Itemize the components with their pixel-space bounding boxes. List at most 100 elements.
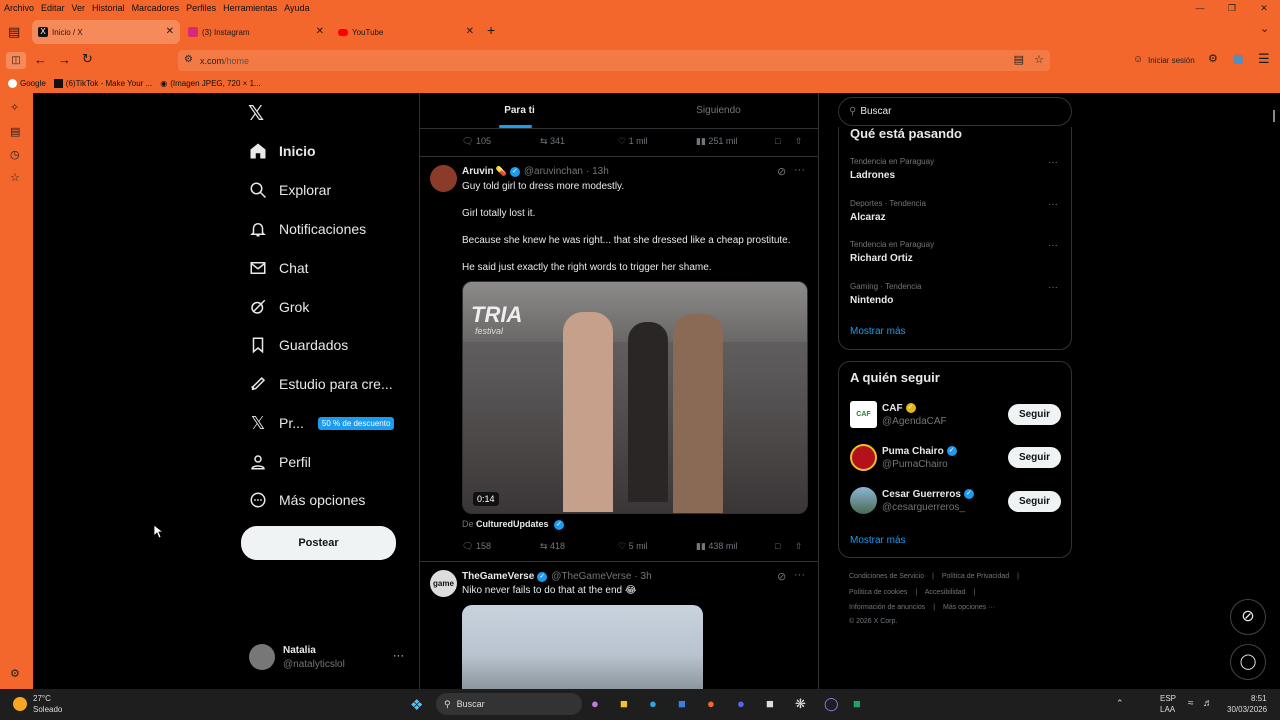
reading-list-icon[interactable]: ▤ bbox=[10, 125, 20, 138]
ai-icon[interactable]: ✧ bbox=[10, 101, 19, 114]
discord-icon[interactable]: ● bbox=[737, 696, 745, 711]
footer-link[interactable]: Accesibilidad bbox=[925, 589, 966, 596]
volume-icon[interactable]: ♬ bbox=[1203, 698, 1213, 709]
like-button[interactable]: ♡ 1 mil bbox=[618, 136, 648, 147]
nav-item-inicio[interactable]: Inicio bbox=[248, 138, 316, 164]
more-icon[interactable]: ··· bbox=[1048, 240, 1058, 251]
nav-item-estudio[interactable]: Estudio para cre... bbox=[248, 371, 393, 397]
excel-icon[interactable]: ■ bbox=[853, 696, 861, 711]
bookmarks-icon[interactable]: ☆ bbox=[10, 171, 20, 184]
mail-app-icon[interactable]: ■ bbox=[678, 696, 686, 711]
clock-date[interactable]: 30/03/2026 bbox=[1227, 705, 1267, 714]
reply-button[interactable]: 🗨 105 bbox=[462, 136, 491, 147]
trend-item[interactable]: Tendencia en Paraguay Ladrones bbox=[850, 157, 934, 181]
author-handle[interactable]: @aruvinchan bbox=[524, 166, 583, 177]
avatar[interactable] bbox=[430, 165, 457, 192]
close-tab-icon[interactable]: ✕ bbox=[316, 26, 324, 37]
close-tab-icon[interactable]: ✕ bbox=[466, 26, 474, 37]
settings-icon[interactable]: ⚙ bbox=[10, 667, 20, 680]
reply-button[interactable]: 🗨 158 bbox=[462, 541, 491, 552]
url-bar[interactable]: ⚙ x.com/home ▤ ☆ bbox=[178, 50, 1050, 71]
weather-temp[interactable]: 27°C bbox=[33, 694, 51, 703]
lang-label[interactable]: ESP bbox=[1160, 694, 1176, 703]
source-account[interactable]: CulturedUpdates bbox=[476, 519, 549, 529]
nav-item-premium[interactable]: 𝕏 Pr... 50 % de descuento bbox=[248, 410, 395, 436]
bookmark-star-icon[interactable]: ☆ bbox=[1034, 53, 1044, 66]
menu-herramientas[interactable]: Herramientas bbox=[223, 3, 277, 13]
tab-x[interactable]: X Inicio / X ✕ bbox=[32, 20, 180, 44]
bookmark-tiktok[interactable]: (6)TikTok - Make Your ... bbox=[53, 79, 152, 88]
bookmark-icon[interactable]: □ bbox=[775, 541, 780, 551]
menu-historial[interactable]: Historial bbox=[92, 3, 125, 13]
nav-item-notificaciones[interactable]: Notificaciones bbox=[248, 216, 366, 242]
close-tab-icon[interactable]: ✕ bbox=[166, 26, 174, 37]
forward-icon[interactable]: → bbox=[58, 52, 71, 67]
follow-button[interactable]: Seguir bbox=[1008, 404, 1061, 425]
share-icon[interactable]: ⇧ bbox=[795, 541, 803, 552]
repost-button[interactable]: ⇆ 418 bbox=[540, 541, 565, 552]
tab-instagram[interactable]: (3) Instagram ✕ bbox=[182, 20, 330, 44]
video-player[interactable]: TRIA festival 0:14 bbox=[462, 281, 808, 514]
account-switcher[interactable]: Natalia @natalyticslol bbox=[249, 644, 345, 670]
avatar[interactable]: game bbox=[430, 570, 457, 597]
more-icon[interactable]: ··· bbox=[1048, 157, 1058, 168]
messages-float-button[interactable]: ◯ bbox=[1230, 644, 1266, 680]
more-icon[interactable]: ··· bbox=[794, 164, 805, 176]
follow-button[interactable]: Seguir bbox=[1008, 447, 1061, 468]
history-icon[interactable]: ◷ bbox=[10, 148, 20, 161]
tab-list-icon[interactable]: ⌄ bbox=[1260, 22, 1269, 35]
nav-item-guardados[interactable]: Guardados bbox=[248, 332, 348, 358]
menu-marcadores[interactable]: Marcadores bbox=[132, 3, 180, 13]
bookmark-icon[interactable]: □ bbox=[775, 136, 780, 146]
follow-item[interactable]: Puma Chairo ✓ @PumaChairo bbox=[850, 444, 957, 471]
lang-sublabel[interactable]: LAA bbox=[1160, 705, 1175, 714]
follow-item[interactable]: CAF CAF ✓ @AgendaCAF bbox=[850, 401, 947, 428]
taskbar-search[interactable]: ⚲ Buscar bbox=[436, 693, 582, 715]
author-name[interactable]: TheGameVerse bbox=[462, 571, 534, 582]
browser-app-icon[interactable]: ● bbox=[707, 696, 715, 711]
more-icon[interactable]: ··· bbox=[794, 569, 805, 581]
menu-ver[interactable]: Ver bbox=[72, 3, 86, 13]
more-icon[interactable]: ··· bbox=[1048, 282, 1058, 293]
nav-item-explorar[interactable]: Explorar bbox=[248, 177, 331, 203]
new-tab-button[interactable]: + bbox=[487, 22, 495, 38]
menu-ayuda[interactable]: Ayuda bbox=[284, 3, 309, 13]
more-icon[interactable]: ··· bbox=[1048, 199, 1058, 210]
bookmark-image[interactable]: ◉ (Imagen JPEG, 720 × 1... bbox=[160, 79, 260, 88]
back-icon[interactable]: ← bbox=[34, 52, 47, 67]
x-logo-icon[interactable]: 𝕏 bbox=[248, 101, 264, 126]
menu-editar[interactable]: Editar bbox=[41, 3, 65, 13]
wifi-icon[interactable]: ≈ bbox=[1188, 698, 1194, 709]
trend-item[interactable]: Deportes · Tendencia Alcaraz bbox=[850, 199, 926, 223]
maximize-button[interactable]: ❐ bbox=[1216, 3, 1248, 14]
tab-siguiendo[interactable]: Siguiendo bbox=[619, 105, 818, 116]
weather-desc[interactable]: Soleado bbox=[33, 705, 62, 714]
capcut-icon[interactable]: ■ bbox=[766, 696, 774, 711]
tab-para-ti[interactable]: Para ti bbox=[420, 105, 619, 116]
app-icon[interactable]: ◯ bbox=[824, 696, 839, 712]
sidebar-toggle-icon[interactable]: ◫ bbox=[6, 52, 26, 69]
edge-icon[interactable]: ● bbox=[649, 696, 657, 711]
show-more-follow-link[interactable]: Mostrar más bbox=[850, 535, 906, 546]
site-info-icon[interactable]: ⚙ bbox=[184, 54, 193, 65]
grok-float-button[interactable]: ⊘ bbox=[1230, 599, 1266, 635]
menu-perfiles[interactable]: Perfiles bbox=[186, 3, 216, 13]
translate-icon[interactable]: ▩ bbox=[1233, 52, 1243, 65]
grok-icon[interactable]: ⊘ bbox=[777, 165, 786, 178]
tweet-time[interactable]: · 13h bbox=[586, 166, 609, 177]
signin-link[interactable]: Iniciar sesión bbox=[1148, 56, 1195, 65]
repost-button[interactable]: ⇆ 341 bbox=[540, 136, 565, 147]
clock-time[interactable]: 8:51 bbox=[1251, 694, 1267, 703]
footer-link[interactable]: Información de anuncios bbox=[849, 604, 925, 611]
nav-item-chat[interactable]: Chat bbox=[248, 255, 309, 281]
scrollbar-thumb[interactable] bbox=[1273, 110, 1275, 122]
views-button[interactable]: ▮▮ 251 mil bbox=[696, 136, 737, 147]
author-handle[interactable]: @TheGameVerse bbox=[551, 571, 631, 582]
share-icon[interactable]: ⇧ bbox=[795, 136, 803, 147]
tweet-time[interactable]: · 3h bbox=[634, 571, 651, 582]
footer-link[interactable]: Condiciones de Servicio bbox=[849, 573, 924, 580]
nav-item-mas-opciones[interactable]: Más opciones bbox=[248, 487, 365, 513]
views-button[interactable]: ▮▮ 438 mil bbox=[696, 541, 737, 552]
menu-icon[interactable]: ☰ bbox=[1258, 51, 1270, 67]
menu-archivo[interactable]: Archivo bbox=[4, 3, 34, 13]
